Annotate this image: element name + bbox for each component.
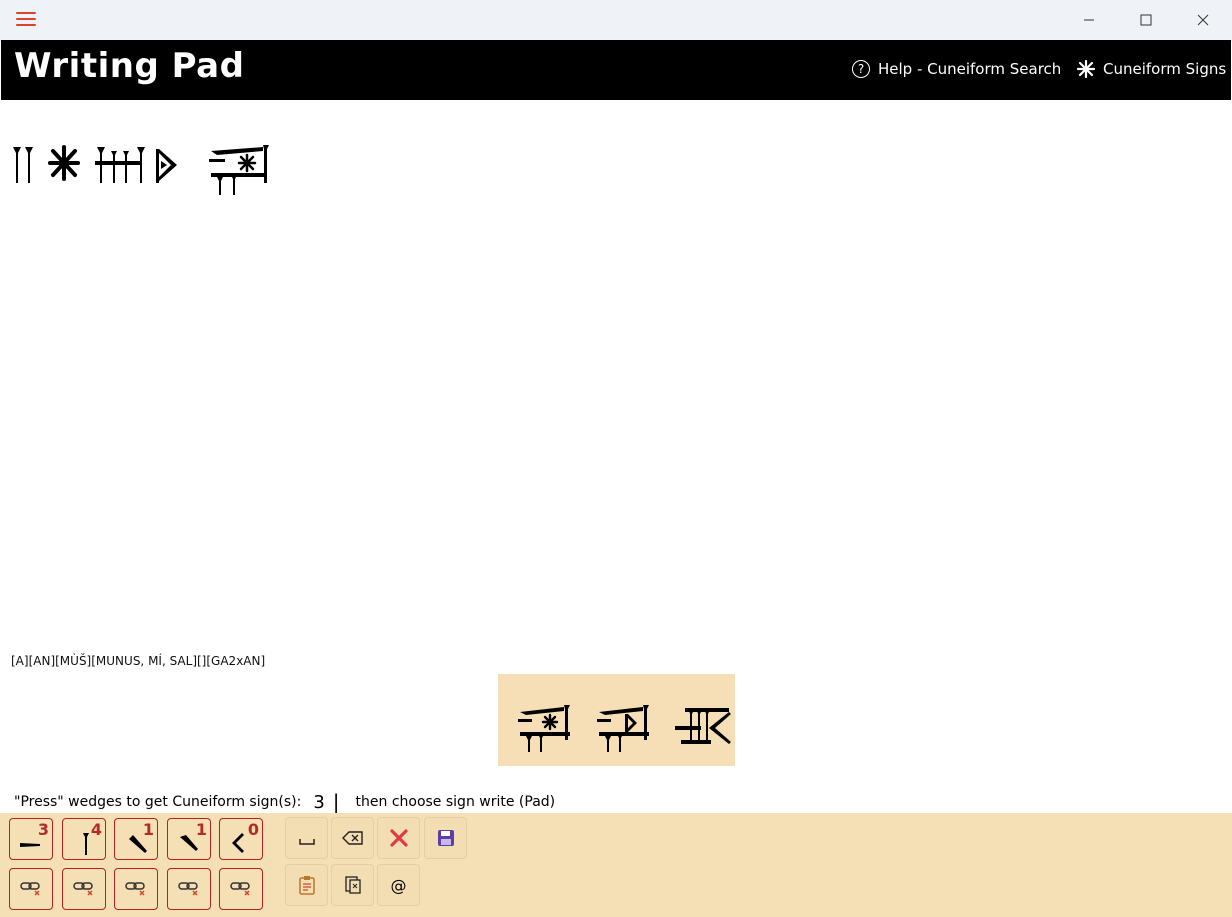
hamburger-icon[interactable] bbox=[16, 12, 36, 28]
diagonal-up-wedge-button[interactable]: 1 bbox=[167, 818, 211, 860]
prompt-text: "Press" wedges to get Cuneiform sign(s): bbox=[14, 794, 302, 810]
save-button[interactable] bbox=[424, 817, 467, 859]
candidate-sign-1[interactable] bbox=[518, 704, 572, 754]
transliteration-text: [A][AN][MÙŠ][MUNUS, MÍ, SAL][][GA2xAN] bbox=[11, 654, 266, 668]
unlink-horizontal-button[interactable] bbox=[9, 868, 53, 910]
unlink-icon bbox=[230, 882, 250, 896]
page-title: Writing Pad bbox=[14, 46, 245, 86]
cuneiform-signs-label: Cuneiform Signs bbox=[1103, 60, 1227, 78]
minimize-icon[interactable] bbox=[1060, 0, 1117, 40]
text-caret: | bbox=[332, 790, 340, 814]
unlink-diagonal-down-button[interactable] bbox=[114, 868, 158, 910]
horizontal-wedge-button[interactable]: 3 bbox=[9, 818, 53, 860]
unlink-diagonal-up-button[interactable] bbox=[167, 868, 211, 910]
cuneiform-signs-button[interactable]: Cuneiform Signs bbox=[1077, 60, 1226, 78]
diagonal-up-wedge-count: 1 bbox=[195, 820, 207, 839]
horizontal-wedge-count: 3 bbox=[37, 820, 49, 839]
unlink-icon bbox=[73, 882, 93, 896]
candidate-sign-3[interactable] bbox=[675, 704, 733, 754]
diagonal-down-wedge-count: 1 bbox=[142, 820, 154, 839]
copy-icon bbox=[344, 876, 361, 894]
paste-button[interactable] bbox=[285, 864, 328, 906]
prompt-after-text: then choose sign write (Pad) bbox=[355, 794, 556, 810]
unlink-vertical-button[interactable] bbox=[62, 868, 106, 910]
app-header: Writing Pad ? Help - Cuneiform Search Cu… bbox=[1, 40, 1231, 100]
clear-icon bbox=[389, 829, 408, 847]
unlink-icon bbox=[125, 882, 145, 896]
paste-icon bbox=[298, 876, 315, 895]
space-icon bbox=[298, 839, 315, 845]
backspace-icon bbox=[341, 831, 363, 845]
backspace-button[interactable] bbox=[331, 817, 374, 859]
help-icon: ? bbox=[852, 60, 870, 78]
star-sign-icon bbox=[1077, 60, 1095, 78]
wedge-prompt: "Press" wedges to get Cuneiform sign(s):… bbox=[14, 790, 555, 814]
maximize-icon[interactable] bbox=[1117, 0, 1174, 40]
vertical-wedge-count: 4 bbox=[90, 820, 102, 839]
space-button[interactable] bbox=[285, 817, 328, 859]
clear-button[interactable] bbox=[377, 817, 420, 859]
unlink-winkelhaken-button[interactable] bbox=[219, 868, 263, 910]
writing-pad[interactable] bbox=[1, 100, 1231, 655]
wedge-keyboard: 3 4 1 1 0 @ bbox=[0, 813, 1232, 917]
unlink-icon bbox=[178, 882, 198, 896]
title-bar bbox=[0, 0, 1232, 41]
winkelhaken-count: 0 bbox=[247, 820, 259, 839]
sign-candidates-panel bbox=[498, 674, 735, 766]
at-button[interactable]: @ bbox=[377, 864, 420, 906]
help-label: Help - Cuneiform Search bbox=[878, 60, 1062, 78]
vertical-wedge-button[interactable]: 4 bbox=[62, 818, 106, 860]
diagonal-down-wedge-button[interactable]: 1 bbox=[114, 818, 158, 860]
at-icon: @ bbox=[390, 875, 407, 895]
candidate-sign-2[interactable] bbox=[597, 704, 651, 754]
winkelhaken-button[interactable]: 0 bbox=[219, 818, 263, 860]
wedge-count: 3 bbox=[313, 791, 325, 813]
help-cuneiform-search-button[interactable]: ? Help - Cuneiform Search bbox=[852, 60, 1061, 78]
copy-button[interactable] bbox=[331, 864, 374, 906]
unlink-icon bbox=[20, 882, 40, 896]
close-icon[interactable] bbox=[1174, 0, 1231, 40]
cuneiform-text-line bbox=[13, 145, 269, 195]
save-icon bbox=[437, 830, 454, 846]
